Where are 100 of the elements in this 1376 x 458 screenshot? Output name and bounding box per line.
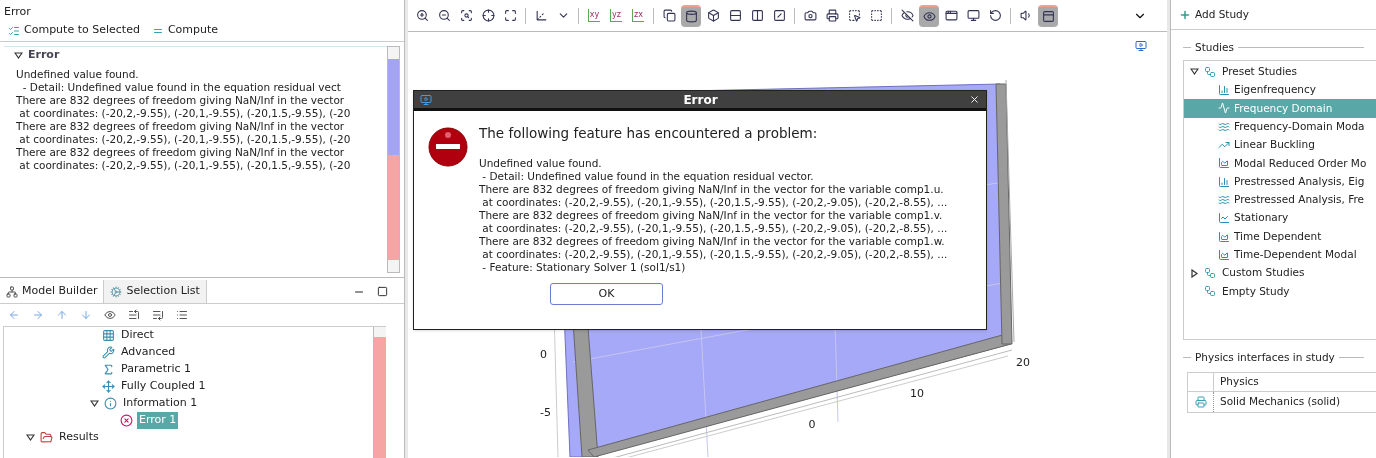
study-tree-item[interactable]: Preset Studies — [1220, 64, 1300, 80]
list-icon — [8, 24, 20, 37]
columns-icon — [750, 9, 764, 22]
app-icon — [420, 93, 432, 106]
panel-icon — [1041, 10, 1055, 23]
collapse-icon[interactable] — [128, 309, 140, 321]
panel-title: Error — [3, 4, 32, 20]
panel-tab[interactable]: Selection List — [104, 280, 207, 303]
eye-button[interactable] — [919, 4, 939, 27]
view-plane-button[interactable]: yz — [606, 4, 626, 27]
maximize-icon[interactable] — [377, 286, 388, 297]
dialog-message-line: Undefined value found. — [479, 157, 603, 171]
window-icon — [944, 9, 958, 22]
select-pointer-icon — [847, 9, 861, 22]
study-icon — [1204, 267, 1216, 280]
study-tree-item[interactable]: Prestressed Analysis, Fre — [1184, 190, 1376, 210]
zoom-box-icon — [459, 9, 473, 22]
error-message-line: at coordinates: (-20,2,-9.55), (-20,1,-9.55), (-20,1.5,-9.55), (-20 — [18, 133, 352, 146]
chart-icon — [1218, 230, 1230, 243]
box-icon — [706, 9, 720, 22]
expand-icon[interactable] — [152, 309, 164, 321]
plus-icon — [1179, 8, 1191, 21]
list-icon[interactable] — [176, 309, 188, 321]
expand-toggle-icon[interactable] — [1188, 267, 1200, 280]
tree-item[interactable]: Fully Coupled 1 — [119, 378, 208, 395]
study-tree-item[interactable]: Prestressed Analysis, Eig — [1184, 172, 1376, 191]
chart-icon — [1218, 120, 1230, 133]
dialog-message-line: There are 832 degrees of freedom giving NaN/Inf in the vector for the variable comp1.w. — [479, 235, 946, 249]
graphics-window-icon[interactable] — [1135, 40, 1147, 52]
wrench-icon — [102, 346, 115, 359]
axis-tick-label: 10 — [910, 387, 924, 400]
chart-icon — [1218, 84, 1230, 97]
section-title: Error — [28, 47, 60, 64]
expand-toggle-icon[interactable] — [88, 397, 100, 410]
tree-item[interactable]: Results — [57, 429, 101, 446]
axes-icon — [534, 9, 548, 22]
study-tree-item[interactable]: Time Dependent — [1184, 227, 1376, 246]
add-study-button[interactable]: Add Study — [1179, 6, 1249, 23]
dialog-heading: The following feature has encountered a problem: — [479, 124, 819, 143]
close-icon[interactable] — [969, 94, 980, 105]
dialog-title: Error — [682, 91, 719, 109]
study-tree-item[interactable]: Time-Dependent Modal — [1184, 245, 1376, 264]
camera-icon — [803, 9, 817, 22]
speaker-icon — [1019, 9, 1033, 22]
tree-icon — [6, 285, 18, 298]
square-slash-icon — [772, 9, 786, 22]
column-header: Physics — [1219, 373, 1259, 389]
zoom-out-icon — [437, 9, 451, 22]
error-message-line: Undefined value found. — [16, 68, 140, 81]
study-tree-item[interactable]: Frequency-Domain Moda — [1184, 117, 1376, 136]
dashed-square-icon — [869, 9, 883, 22]
chart-icon — [1218, 212, 1230, 225]
dialog-message-line: - Detail: Undefined value found in the equation residual vector. — [481, 170, 815, 184]
view-plane-button[interactable]: zx — [628, 4, 648, 27]
folder-icon — [40, 431, 53, 444]
copy-icon — [662, 9, 676, 22]
rows-icon — [728, 9, 742, 22]
study-tree-item[interactable]: Modal Reduced Order Mo — [1184, 154, 1376, 173]
axis-tick-label: 0 — [808, 418, 816, 431]
group-legend: Studies — [1195, 40, 1234, 56]
tree-item[interactable]: Direct — [119, 327, 156, 344]
chart-icon — [1218, 102, 1230, 115]
reset-icon — [988, 9, 1002, 22]
dialog-message-line: There are 832 degrees of freedom giving NaN/Inf in the vector for the variable comp1.v. — [479, 209, 944, 223]
dialog-message-line: There are 832 degrees of freedom giving NaN/Inf in the vector for the variable comp1.u. — [479, 183, 945, 197]
error-icon — [120, 414, 133, 427]
scrollbar[interactable] — [373, 327, 386, 458]
sigma-icon — [102, 363, 115, 376]
expand-toggle-icon[interactable] — [12, 49, 24, 62]
view-plane-button[interactable]: xy — [584, 4, 604, 27]
study-tree-item[interactable]: Linear Buckling — [1184, 135, 1376, 155]
tree-item[interactable]: Parametric 1 — [119, 361, 194, 378]
study-tree-item[interactable]: Empty Study — [1220, 283, 1292, 300]
info-icon — [104, 397, 117, 410]
error-message-line: at coordinates: (-20,2,-9.55), (-20,1,-9.55), (-20,1.5,-9.55), (-20 — [18, 107, 352, 120]
compute-to-selected-button[interactable]: Compute to Selected — [8, 22, 140, 39]
stop-icon — [428, 127, 468, 167]
scrollbar[interactable] — [387, 46, 400, 273]
tree-item[interactable]: Advanced — [119, 344, 178, 361]
expand-toggle-icon[interactable] — [1188, 65, 1200, 78]
eye-off-icon — [900, 9, 914, 22]
cylinder-button[interactable] — [681, 4, 701, 27]
eye-icon[interactable] — [104, 309, 116, 321]
cross-arrows-icon — [102, 380, 115, 393]
dialog-message-line: - Feature: Stationary Solver 1 (sol1/s1) — [481, 261, 687, 275]
study-icon — [1204, 285, 1216, 298]
ok-button[interactable]: OK — [550, 283, 663, 306]
axis-tick-label: 20 — [1016, 356, 1030, 369]
tree-item[interactable]: Information 1 — [121, 395, 200, 412]
printer-icon — [825, 9, 839, 22]
study-tree-item[interactable]: Custom Studies — [1220, 265, 1307, 282]
compute-button[interactable]: Compute — [151, 22, 219, 39]
expand-toggle-icon[interactable] — [24, 431, 36, 444]
axis-tick-label: -5 — [540, 406, 551, 419]
panel-button[interactable] — [1038, 4, 1058, 27]
error-message-line: There are 832 degrees of freedom giving NaN/Inf in the vector — [16, 146, 346, 159]
study-tree-item[interactable]: Eigenfrequency — [1184, 81, 1376, 100]
crosshair-icon — [481, 9, 495, 22]
study-tree-item[interactable]: Stationary — [1184, 209, 1376, 228]
dialog-message-line: at coordinates: (-20,2,-9.55), (-20,1,-9.55), (-20,1.5,-9.55), (-20,2,-9.05), (-20,2,-8.55), ... — [481, 196, 948, 210]
